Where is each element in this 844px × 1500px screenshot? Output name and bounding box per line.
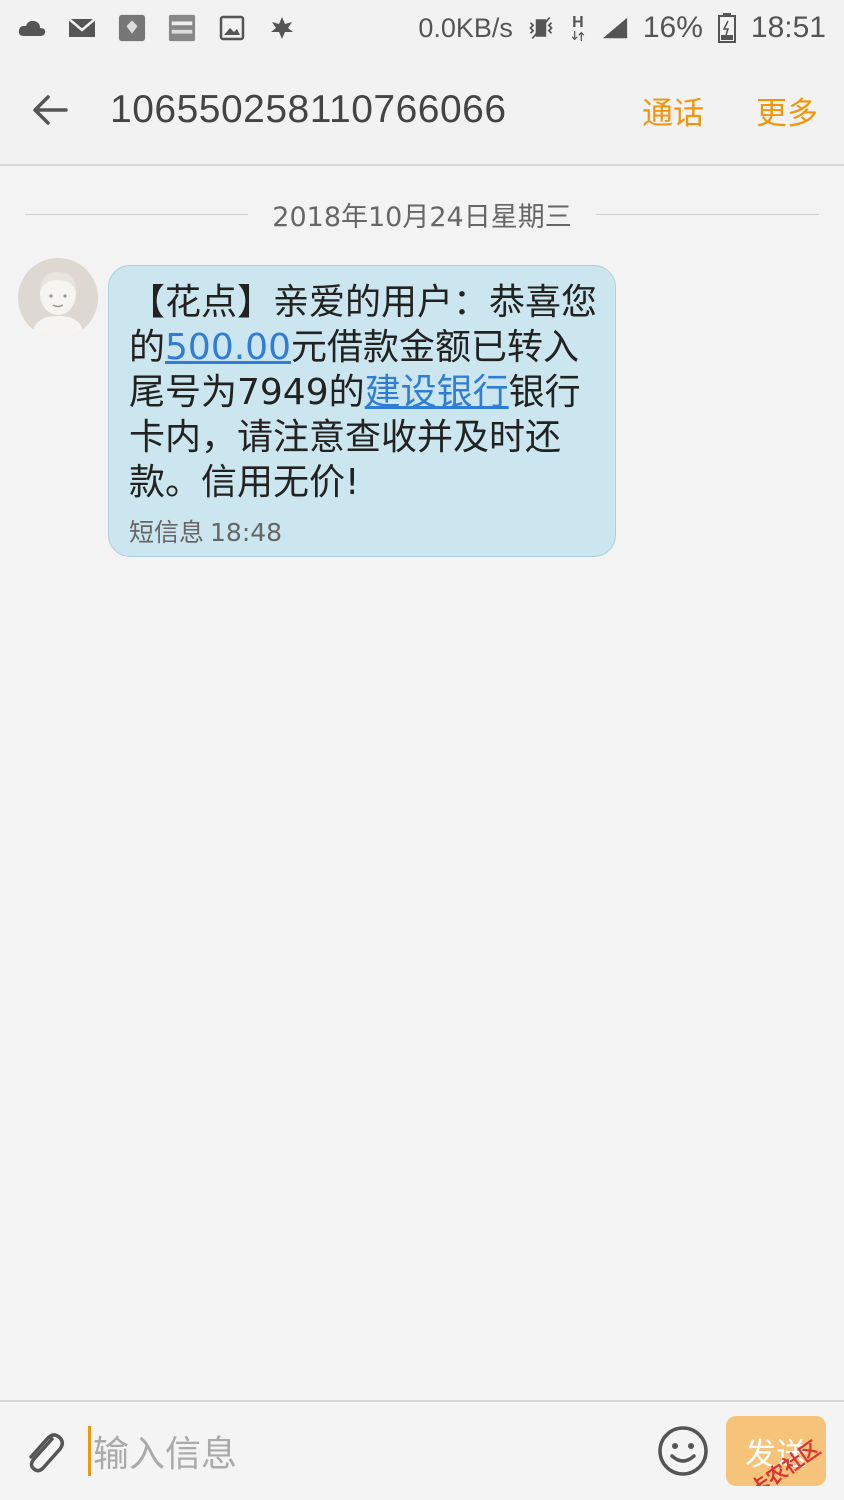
message-text: 【花点】亲爱的用户：恭喜您的500.00元借款金额已转入尾号为7949的建设银行…: [129, 280, 599, 505]
vibrate-icon: [527, 15, 555, 41]
status-notification-icons: [18, 14, 296, 42]
message-meta: 短信息 18:48: [129, 513, 599, 549]
more-button[interactable]: 更多: [756, 88, 818, 133]
message-input[interactable]: 输入信息: [88, 1416, 648, 1486]
contact-number: 1065502581107660​66: [110, 88, 507, 131]
text-caret: [88, 1426, 91, 1476]
app-icon-1: [118, 14, 146, 42]
date-divider: 2018年10月24日星期三: [25, 192, 819, 236]
conversation-header: 1065502581107660​66 通话 更多: [0, 56, 844, 166]
signal-icon: [601, 15, 629, 41]
network-type-label: H: [572, 14, 584, 31]
back-arrow-icon: [33, 95, 68, 125]
mail-icon: [68, 15, 96, 41]
amount-link[interactable]: 500.00: [165, 327, 291, 368]
conversation-date: 2018年10月24日星期三: [272, 201, 572, 233]
divider-line-left: [25, 213, 249, 215]
clock: 18:51: [750, 11, 826, 44]
emoji-button[interactable]: [648, 1401, 718, 1500]
app-icon-2: [168, 14, 196, 42]
divider-line-right: [595, 213, 819, 215]
back-button[interactable]: [0, 55, 100, 165]
send-button[interactable]: 发送 卡农社区: [726, 1416, 826, 1486]
header-actions: 通话 更多: [642, 88, 818, 133]
compose-bar: 输入信息 发送 卡农社区: [0, 1400, 844, 1500]
data-activity-icon: H: [569, 15, 587, 41]
message-source: 短信息: [129, 518, 205, 547]
default-avatar-icon: [18, 258, 98, 338]
bank-link[interactable]: 建设银行: [365, 372, 509, 413]
battery-icon: [717, 13, 737, 43]
smiley-icon: [658, 1426, 708, 1476]
message-bubble[interactable]: 【花点】亲爱的用户：恭喜您的500.00元借款金额已转入尾号为7949的建设银行…: [108, 265, 616, 557]
attach-button[interactable]: [4, 1401, 84, 1500]
paperclip-icon: [29, 1433, 64, 1473]
avatar[interactable]: [18, 258, 98, 338]
network-speed: 0.0KB/s: [418, 12, 513, 43]
status-system-icons: 0.0KB/s H 16% 18:51: [418, 11, 826, 45]
leaf-icon: [268, 15, 296, 41]
message-time: 18:48: [210, 518, 283, 547]
message-input-placeholder: 输入信息: [93, 1434, 238, 1475]
status-bar: 0.0KB/s H 16% 18:51: [0, 0, 844, 56]
battery-percent: 16%: [642, 11, 703, 44]
image-icon: [218, 15, 246, 41]
cloud-icon: [18, 15, 46, 41]
call-button[interactable]: 通话: [642, 88, 704, 133]
